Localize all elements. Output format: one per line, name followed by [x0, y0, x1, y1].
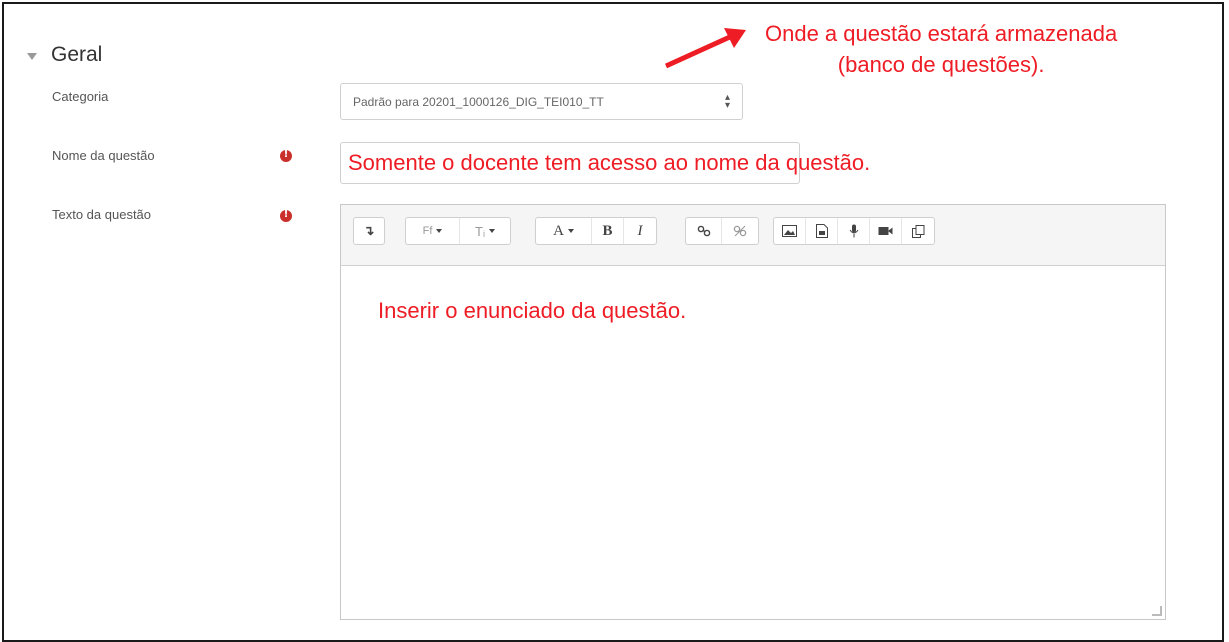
- media-icon[interactable]: [806, 218, 838, 244]
- question-text-editor[interactable]: ↴ Ff Tᵢ A B I: [340, 204, 1166, 620]
- category-select[interactable]: Padrão para 20201_1000126_DIG_TEI010_TT …: [340, 83, 743, 120]
- annotation-arrow-icon: [664, 28, 746, 69]
- toolbar-group-link: [685, 217, 759, 245]
- collapse-icon[interactable]: ↴: [354, 218, 384, 244]
- manage-files-icon[interactable]: [902, 218, 934, 244]
- record-video-icon[interactable]: [870, 218, 902, 244]
- toolbar-group-media: [773, 217, 935, 245]
- annotation-storage-line2: (banco de questões).: [837, 52, 1045, 77]
- record-audio-icon[interactable]: [838, 218, 870, 244]
- section-header-geral[interactable]: Geral: [27, 40, 102, 70]
- category-label: Categoria: [52, 89, 109, 104]
- font-size-icon[interactable]: Tᵢ: [460, 218, 510, 244]
- collapse-caret-icon[interactable]: [27, 52, 37, 60]
- question-name-label: Nome da questão: [52, 148, 155, 163]
- annotation-storage-line1: Onde a questão estará armazenada: [765, 21, 1118, 46]
- image-icon[interactable]: [774, 218, 806, 244]
- annotation-text-note: Inserir o enunciado da questão.: [378, 298, 687, 323]
- required-icon: [280, 209, 292, 222]
- toolbar-group-font: Ff Tᵢ: [405, 217, 511, 245]
- toolbar-group-style: A B I: [535, 217, 657, 245]
- annotation-storage: Onde a questão estará armazenada (banco …: [765, 18, 1117, 80]
- font-family-icon[interactable]: Ff: [406, 218, 460, 244]
- select-arrows-icon: ▴ ▾: [724, 92, 730, 111]
- toolbar-group-collapse: ↴: [353, 217, 385, 245]
- resize-handle[interactable]: [1152, 606, 1162, 616]
- link-icon[interactable]: [686, 218, 722, 244]
- section-title: Geral: [51, 43, 103, 66]
- font-color-label: A: [553, 222, 564, 239]
- unlink-icon[interactable]: [722, 218, 758, 244]
- font-family-label: Ff: [422, 225, 433, 237]
- editor-toolbar: ↴ Ff Tᵢ A B I: [341, 205, 1165, 266]
- font-size-label: Tᵢ: [475, 223, 485, 239]
- annotation-name-note: Somente o docente tem acesso ao nome da …: [348, 150, 871, 175]
- question-text-label: Texto da questão: [52, 207, 152, 222]
- font-color-icon[interactable]: A: [536, 218, 592, 244]
- italic-icon[interactable]: I: [624, 218, 656, 244]
- bold-icon[interactable]: B: [592, 218, 624, 244]
- required-icon: [280, 149, 292, 162]
- category-select-value: Padrão para 20201_1000126_DIG_TEI010_TT: [353, 94, 604, 109]
